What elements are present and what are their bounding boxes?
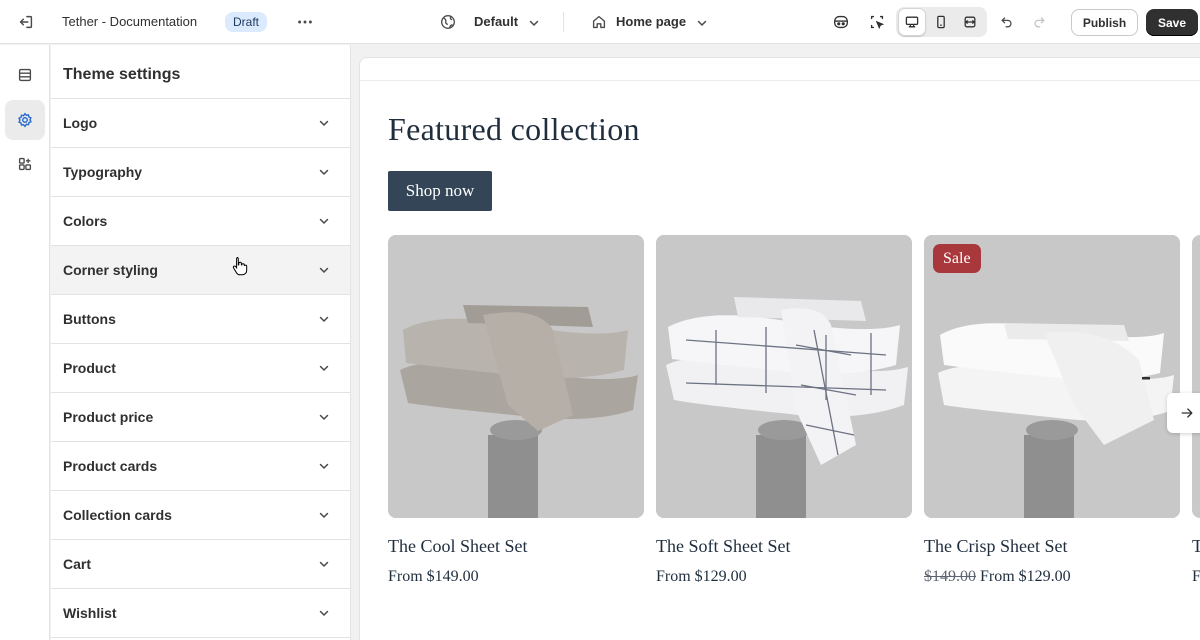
- fullwidth-icon[interactable]: [956, 8, 984, 36]
- settings-item-label: Cart: [63, 556, 92, 572]
- settings-item-label: Wishlist: [63, 605, 117, 621]
- carousel-next-button[interactable]: [1167, 393, 1200, 433]
- chevron-down-icon: [318, 313, 330, 325]
- settings-item-label: Collection cards: [63, 507, 172, 523]
- settings-item-label: Product: [63, 360, 116, 376]
- hand-cursor-icon: [232, 256, 248, 276]
- settings-item-label: Colors: [63, 213, 108, 229]
- settings-item-label: Buttons: [63, 311, 116, 327]
- product-price: From $149.00: [388, 568, 644, 586]
- settings-item-product-price[interactable]: Product price: [51, 393, 350, 442]
- product-name[interactable]: The Crisp Sheet Set: [924, 536, 1180, 557]
- product-image[interactable]: [656, 235, 912, 518]
- apps-icon[interactable]: [5, 144, 45, 184]
- settings-list: Logo Typography Colors Corner styling Button…: [51, 99, 350, 638]
- panel-title: Theme settings: [51, 45, 350, 99]
- divider: [563, 12, 564, 32]
- top-bar: Tether - Documentation Draft Default Hom…: [0, 0, 1200, 44]
- chevron-down-icon: [318, 117, 330, 129]
- home-icon[interactable]: [585, 8, 613, 36]
- settings-item-colors[interactable]: Colors: [51, 197, 350, 246]
- settings-item-label: Product cards: [63, 458, 158, 474]
- settings-item-product-cards[interactable]: Product cards: [51, 442, 350, 491]
- product-name[interactable]: The Cool Sheet Set: [388, 536, 644, 557]
- chevron-down-icon: [318, 411, 330, 423]
- settings-item-label: Product price: [63, 409, 154, 425]
- settings-item-collection-cards[interactable]: Collection cards: [51, 491, 350, 540]
- settings-icon[interactable]: [5, 100, 45, 140]
- globe-icon[interactable]: [434, 8, 462, 36]
- settings-item-typography[interactable]: Typography: [51, 148, 350, 197]
- shop-now-button[interactable]: Shop now: [388, 171, 492, 211]
- theme-select[interactable]: Default: [474, 14, 518, 29]
- product-price: $149.00 From $129.00: [924, 568, 1180, 586]
- redo-icon[interactable]: [1025, 8, 1053, 36]
- page-select[interactable]: Home page: [616, 14, 686, 29]
- mobile-icon[interactable]: [927, 8, 955, 36]
- settings-item-label: Corner styling: [63, 262, 158, 278]
- chevron-down-icon: [318, 460, 330, 472]
- product-image[interactable]: [388, 235, 644, 518]
- chevron-down-icon: [318, 264, 330, 276]
- product-image[interactable]: [924, 235, 1180, 518]
- product-card[interactable]: The Soft Sheet Set From $129.00: [656, 235, 912, 586]
- section-title: Featured collection: [388, 111, 640, 147]
- product-card[interactable]: Sale The Crisp Sheet Set $149.00 From $12…: [924, 235, 1180, 586]
- theme-settings-panel: Theme settings Logo Typography Colors Corne…: [51, 45, 351, 640]
- settings-item-logo[interactable]: Logo: [51, 99, 350, 148]
- more-icon[interactable]: [291, 8, 319, 36]
- left-rail: [0, 45, 50, 640]
- sale-badge: Sale: [933, 244, 981, 273]
- undo-icon[interactable]: [993, 8, 1021, 36]
- inspector-icon[interactable]: [863, 8, 891, 36]
- publish-button[interactable]: Publish: [1071, 9, 1138, 36]
- compare-at-price: $149.00: [924, 568, 976, 585]
- product-card[interactable]: The Cool Sheet Set From $149.00: [388, 235, 644, 586]
- storefront-preview: Featured collection Shop now The Cool Sh…: [359, 57, 1200, 640]
- price: From $129.00: [980, 568, 1071, 585]
- settings-item-label: Typography: [63, 164, 143, 180]
- chevron-down-icon: [318, 558, 330, 570]
- chevron-down-icon: [318, 215, 330, 227]
- device-toggle-group: [896, 7, 987, 37]
- chevron-down-icon: [528, 17, 540, 29]
- product-price: From $129.00: [656, 568, 912, 586]
- product-name[interactable]: The Soft Sheet Set: [656, 536, 912, 557]
- chevron-down-icon: [318, 362, 330, 374]
- status-badge: Draft: [225, 12, 268, 32]
- divider: [360, 80, 1200, 81]
- settings-item-corner-styling[interactable]: Corner styling: [51, 246, 350, 295]
- save-button[interactable]: Save: [1146, 9, 1198, 36]
- store-name: Tether - Documentation: [62, 14, 198, 29]
- product-price: F: [1192, 568, 1200, 586]
- settings-item-cart[interactable]: Cart: [51, 540, 350, 589]
- chevron-down-icon: [696, 17, 708, 29]
- price: From $129.00: [656, 568, 747, 585]
- desktop-icon[interactable]: [898, 8, 926, 36]
- exit-icon[interactable]: [12, 8, 40, 36]
- product-image[interactable]: [1192, 235, 1200, 518]
- settings-item-product[interactable]: Product: [51, 344, 350, 393]
- price: From $149.00: [388, 568, 479, 585]
- chevron-down-icon: [318, 166, 330, 178]
- chevron-down-icon: [318, 509, 330, 521]
- settings-item-buttons[interactable]: Buttons: [51, 295, 350, 344]
- ai-assistant-icon[interactable]: [827, 8, 855, 36]
- sections-icon[interactable]: [5, 55, 45, 95]
- settings-item-wishlist[interactable]: Wishlist: [51, 589, 350, 638]
- settings-item-label: Logo: [63, 115, 98, 131]
- chevron-down-icon: [318, 607, 330, 619]
- product-name[interactable]: T: [1192, 536, 1200, 557]
